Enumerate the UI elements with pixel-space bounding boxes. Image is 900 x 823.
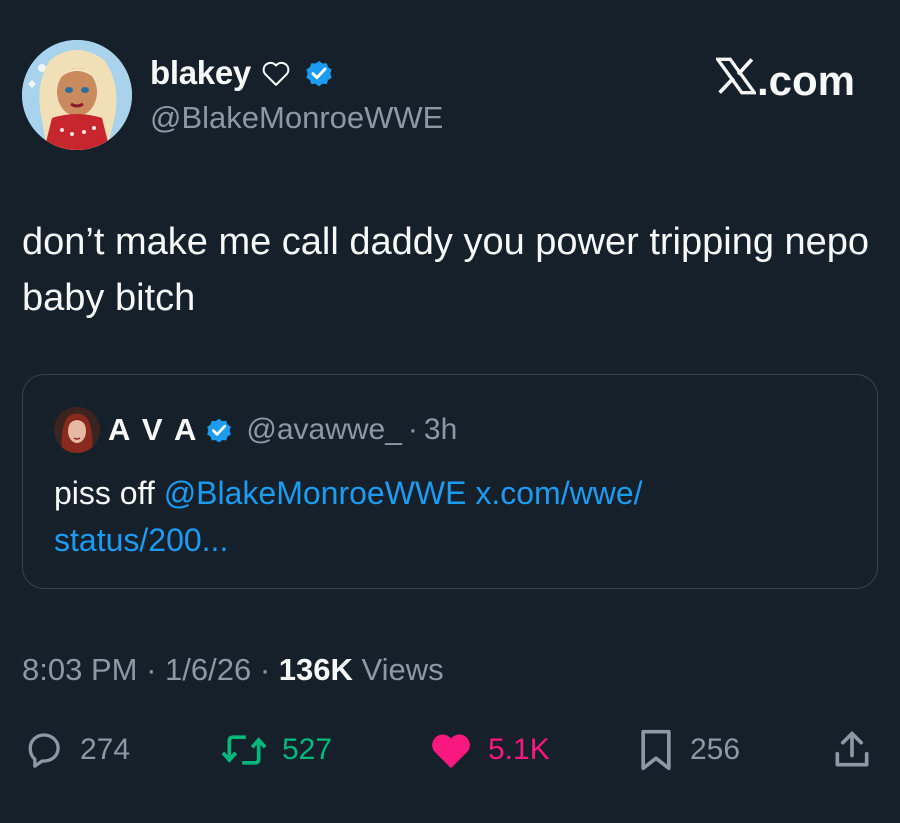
repost-icon (221, 735, 267, 765)
quoted-time[interactable]: 3h (424, 413, 457, 447)
meta-dot: · (137, 652, 166, 687)
heart-filled-icon (432, 734, 470, 769)
tweet-text: don’t make me call daddy you power tripp… (22, 221, 870, 319)
share-button[interactable] (830, 722, 888, 778)
quoted-text-prefix: piss off (54, 475, 164, 511)
quoted-tweet-text: piss off @BlakeMonroeWWE x.com/wwe/statu… (54, 470, 854, 564)
quoted-tweet-header: A V A @avawwe_ · 3h (54, 407, 457, 453)
reply-count: 274 (80, 733, 131, 766)
views-count: 136K (278, 652, 353, 687)
reply-icon (28, 733, 60, 768)
bookmark-count: 256 (690, 733, 741, 766)
quoted-separator: · (407, 413, 418, 446)
quoted-verified-badge-icon (204, 415, 234, 445)
repost-button[interactable]: 527 (220, 722, 332, 778)
tweet-meta: 8:03 PM · 1/6/26 · 136K Views (22, 648, 444, 692)
share-icon (835, 731, 869, 767)
x-brand: .com (714, 56, 856, 105)
heart-outline-icon (261, 58, 293, 88)
meta-dot: · (251, 652, 279, 687)
repost-count: 527 (282, 733, 333, 766)
quoted-author-avatar[interactable] (54, 407, 100, 453)
brand-suffix: .com (757, 56, 856, 104)
author-display-name[interactable]: blakey (150, 54, 251, 92)
quoted-url-link-part1[interactable]: x.com/wwe/ (466, 475, 642, 511)
author-handle[interactable]: @BlakeMonroeWWE (150, 100, 443, 136)
like-button[interactable]: 5.1K (428, 722, 550, 778)
quoted-handle[interactable]: @avawwe_ (246, 413, 402, 447)
author-name-row: blakey (150, 52, 335, 94)
bookmark-icon (641, 729, 671, 771)
quoted-mention-link[interactable]: @BlakeMonroeWWE (164, 475, 467, 511)
bookmark-button[interactable]: 256 (636, 722, 740, 778)
tweet-actions-bar: 274 527 5.1K 256 (22, 722, 880, 778)
views-label: Views (352, 652, 444, 687)
x-logo-icon (714, 56, 758, 105)
quoted-url-link-part2[interactable]: status/200... (54, 522, 228, 558)
verified-badge-icon (303, 57, 335, 89)
like-count: 5.1K (488, 733, 550, 766)
tweet-date[interactable]: 1/6/26 (165, 652, 251, 688)
author-avatar[interactable] (22, 40, 132, 150)
reply-button[interactable]: 274 (22, 722, 130, 778)
quoted-display-name[interactable]: A V A (108, 412, 198, 448)
tweet-time[interactable]: 8:03 PM (22, 652, 137, 688)
